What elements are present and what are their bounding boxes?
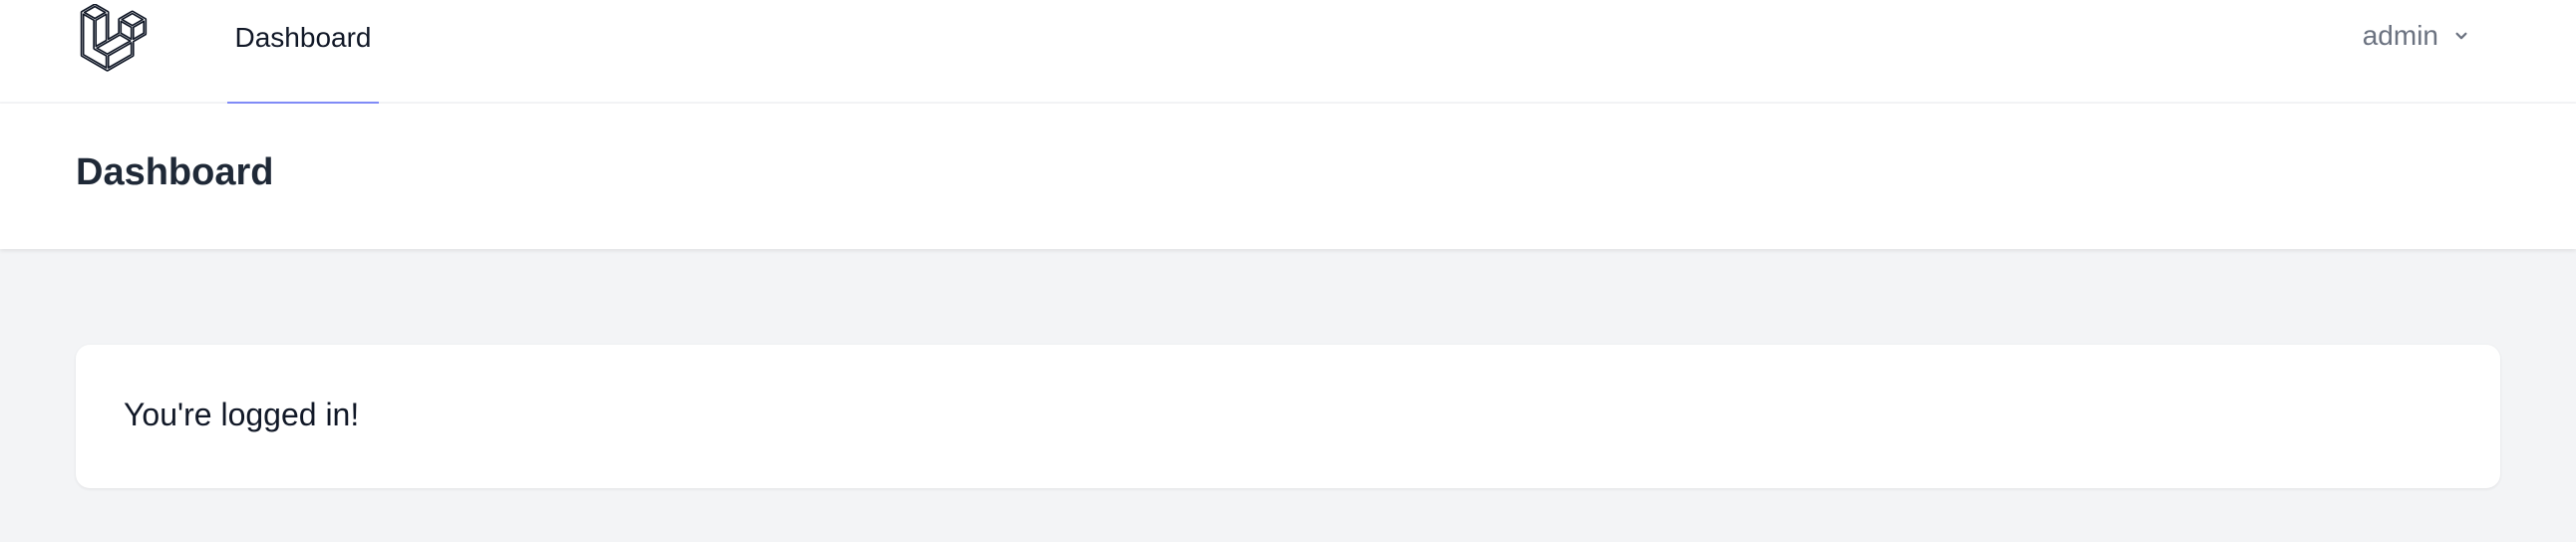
login-status-message: You're logged in! bbox=[124, 397, 360, 432]
chevron-down-icon bbox=[2455, 32, 2467, 40]
top-navigation: Dashboard admin bbox=[0, 0, 2576, 106]
page-title: Dashboard bbox=[76, 151, 274, 193]
laravel-logo-icon[interactable] bbox=[80, 4, 148, 72]
status-card: You're logged in! bbox=[76, 345, 2500, 488]
user-menu-button[interactable]: admin bbox=[2363, 20, 2472, 52]
tab-dashboard-label: Dashboard bbox=[234, 22, 372, 53]
tab-dashboard[interactable]: Dashboard bbox=[227, 0, 379, 106]
page-header: Dashboard bbox=[0, 104, 2576, 249]
username-label: admin bbox=[2362, 20, 2438, 51]
